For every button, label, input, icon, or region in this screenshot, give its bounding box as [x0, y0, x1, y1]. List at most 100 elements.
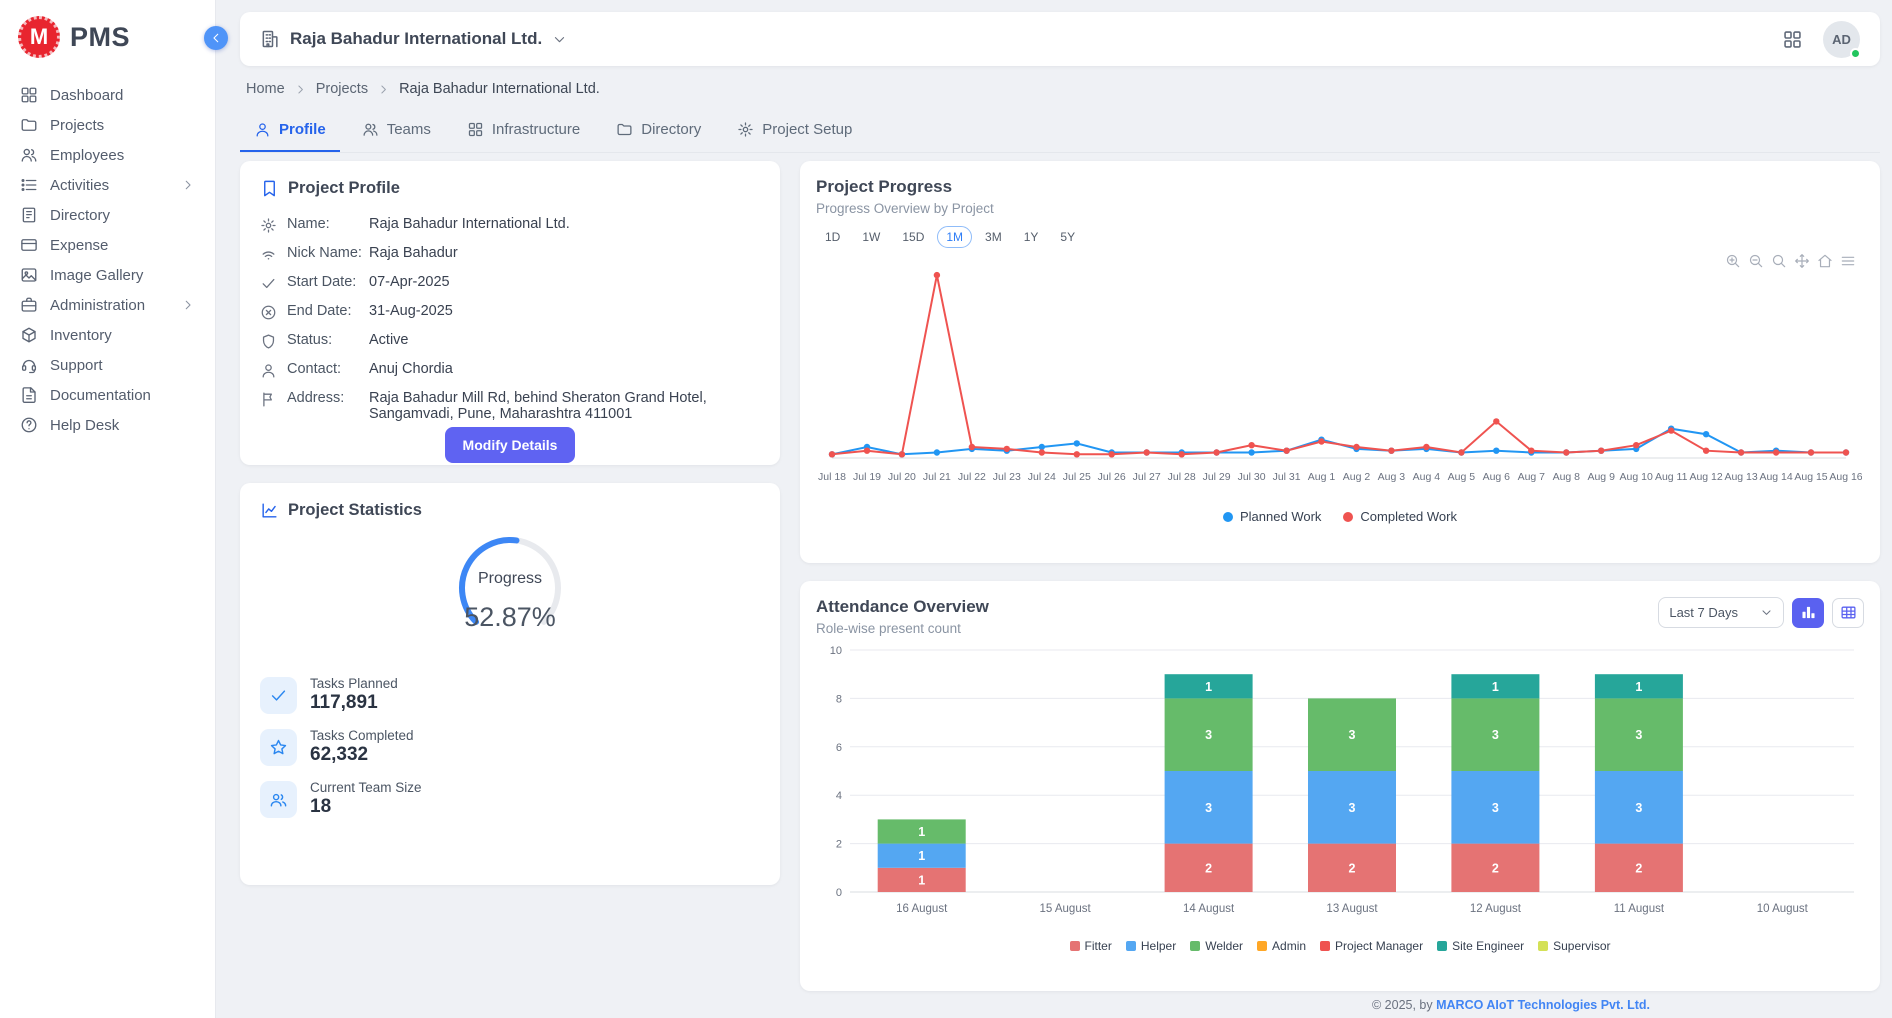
legend-swatch — [1320, 941, 1330, 951]
avatar[interactable]: AD — [1823, 21, 1860, 58]
svg-text:Aug 13: Aug 13 — [1724, 471, 1757, 483]
svg-text:1: 1 — [918, 825, 925, 839]
range-button-1d[interactable]: 1D — [816, 226, 849, 248]
chevron-right-icon — [294, 83, 307, 96]
sidebar-item-label: Inventory — [50, 327, 112, 344]
sidebar-item-documentation[interactable]: Documentation — [0, 380, 215, 410]
profile-field-address: Address:Raja Bahadur Mill Rd, behind She… — [260, 384, 760, 427]
svg-text:2: 2 — [1635, 861, 1642, 875]
svg-text:1: 1 — [1205, 680, 1212, 694]
sidebar-item-dashboard[interactable]: Dashboard — [0, 80, 215, 110]
sidebar-item-image-gallery[interactable]: Image Gallery — [0, 260, 215, 290]
sidebar-item-directory[interactable]: Directory — [0, 200, 215, 230]
legend-item-supervisor[interactable]: Supervisor — [1538, 939, 1610, 953]
tab-profile[interactable]: Profile — [240, 109, 340, 152]
profile-field-nick-name: Nick Name:Raja Bahadur — [260, 239, 760, 268]
tab-infrastructure[interactable]: Infrastructure — [453, 109, 594, 152]
svg-text:Aug 3: Aug 3 — [1378, 471, 1406, 483]
sidebar-item-inventory[interactable]: Inventory — [0, 320, 215, 350]
sidebar-item-expense[interactable]: Expense — [0, 230, 215, 260]
stacked-bar-chart: 024681016 August11115 August14 August233… — [816, 640, 1864, 937]
employees-icon — [362, 121, 379, 138]
topbar-right: AD — [1782, 21, 1860, 58]
svg-text:3: 3 — [1205, 728, 1212, 742]
legend-item-welder[interactable]: Welder — [1190, 939, 1243, 953]
modebar-pan-button[interactable] — [1792, 251, 1812, 271]
svg-text:Aug 16: Aug 16 — [1829, 471, 1862, 483]
modify-details-button[interactable]: Modify Details — [445, 427, 576, 463]
svg-text:1: 1 — [1492, 680, 1499, 694]
sidebar-item-activities[interactable]: Activities — [0, 170, 215, 200]
check-icon — [260, 274, 287, 292]
modebar-zoom-out-button[interactable] — [1746, 251, 1766, 271]
range-button-5y[interactable]: 5Y — [1051, 226, 1084, 248]
range-button-1m[interactable]: 1M — [937, 226, 972, 248]
breadcrumb-home[interactable]: Home — [246, 81, 285, 97]
modebar-zoom-in-button[interactable] — [1723, 251, 1743, 271]
stats-card-header: Project Statistics — [260, 501, 760, 520]
svg-text:4: 4 — [836, 790, 842, 802]
app-logo[interactable]: M PMS — [0, 0, 215, 68]
legend-item-site-engineer[interactable]: Site Engineer — [1437, 939, 1524, 953]
bar-chart-legend: Fitter Helper Welder Admin Project Manager Si… — [816, 939, 1864, 953]
tab-directory[interactable]: Directory — [602, 109, 715, 152]
tab-project-setup[interactable]: Project Setup — [723, 109, 866, 152]
gauge-label: Progress — [400, 570, 620, 588]
apps-grid-icon[interactable] — [1782, 29, 1803, 50]
breadcrumb-projects[interactable]: Projects — [316, 81, 368, 97]
zoom-icon — [1771, 253, 1787, 269]
svg-text:15 August: 15 August — [1040, 903, 1092, 915]
footer: © 2025, by MARCO AIoT Technologies Pvt. … — [240, 991, 1880, 1018]
legend-label: Completed Work — [1360, 509, 1457, 524]
field-value: 07-Apr-2025 — [369, 274, 760, 290]
svg-text:1: 1 — [918, 849, 925, 863]
range-button-1w[interactable]: 1W — [853, 226, 889, 248]
legend-label: Welder — [1205, 939, 1243, 953]
range-button-1y[interactable]: 1Y — [1015, 226, 1048, 248]
stat-current-team-size: Current Team Size18 — [260, 780, 760, 818]
legend-item-project-manager[interactable]: Project Manager — [1320, 939, 1423, 953]
shield-icon — [260, 332, 287, 350]
legend-swatch — [1126, 941, 1136, 951]
svg-text:Jul 19: Jul 19 — [853, 471, 881, 483]
stat-list: Tasks Planned117,891Tasks Completed62,33… — [260, 676, 760, 818]
range-button-15d[interactable]: 15D — [893, 226, 933, 248]
legend-swatch — [1257, 941, 1267, 951]
legend-item-helper[interactable]: Helper — [1126, 939, 1176, 953]
legend-item-planned-work[interactable]: Planned Work — [1223, 509, 1321, 524]
company-selector[interactable]: Raja Bahadur International Ltd. — [260, 29, 567, 49]
profile-field-start-date: Start Date:07-Apr-2025 — [260, 268, 760, 297]
sidebar-item-administration[interactable]: Administration — [0, 290, 215, 320]
svg-text:12 August: 12 August — [1470, 903, 1522, 915]
sidebar-item-help-desk[interactable]: Help Desk — [0, 410, 215, 440]
tab-teams[interactable]: Teams — [348, 109, 445, 152]
bar-view-toggle-button[interactable] — [1792, 598, 1824, 628]
field-label: Start Date: — [287, 274, 369, 290]
company-icon — [260, 29, 280, 49]
table-view-toggle-button[interactable] — [1832, 598, 1864, 628]
company-link[interactable]: MARCO AIoT Technologies Pvt. Ltd. — [1436, 998, 1650, 1012]
svg-text:11 August: 11 August — [1614, 903, 1665, 915]
legend-item-completed-work[interactable]: Completed Work — [1343, 509, 1457, 524]
chevron-left-icon — [209, 31, 223, 45]
sidebar-collapse-button[interactable] — [204, 26, 228, 50]
sidebar-item-support[interactable]: Support — [0, 350, 215, 380]
stat-label: Current Team Size — [310, 780, 422, 795]
legend-item-fitter[interactable]: Fitter — [1070, 939, 1112, 953]
modebar-zoom-button[interactable] — [1769, 251, 1789, 271]
field-label: End Date: — [287, 303, 369, 319]
range-button-3m[interactable]: 3M — [976, 226, 1011, 248]
modebar-menu-button[interactable] — [1838, 251, 1858, 271]
legend-item-admin[interactable]: Admin — [1257, 939, 1306, 953]
sidebar-item-employees[interactable]: Employees — [0, 140, 215, 170]
date-range-select[interactable]: Last 7 Days — [1658, 597, 1784, 628]
help-desk-icon — [20, 416, 38, 434]
sidebar-item-projects[interactable]: Projects — [0, 110, 215, 140]
dashboard-icon — [20, 86, 38, 104]
svg-text:Aug 14: Aug 14 — [1759, 471, 1792, 483]
stat-tasks-completed: Tasks Completed62,332 — [260, 728, 760, 766]
modebar-home-button[interactable] — [1815, 251, 1835, 271]
check-icon — [260, 677, 297, 714]
employees-icon — [20, 146, 38, 164]
stat-label: Tasks Planned — [310, 676, 398, 691]
